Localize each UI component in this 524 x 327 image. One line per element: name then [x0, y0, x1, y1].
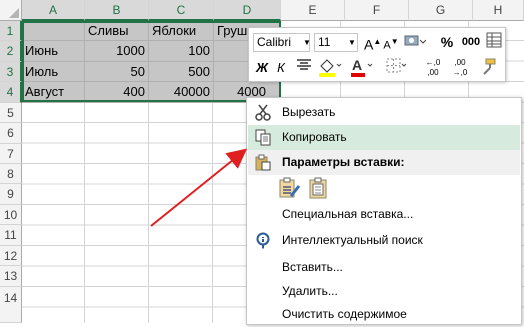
red-arrow-icon — [150, 148, 248, 227]
annotation-arrow — [150, 148, 248, 227]
